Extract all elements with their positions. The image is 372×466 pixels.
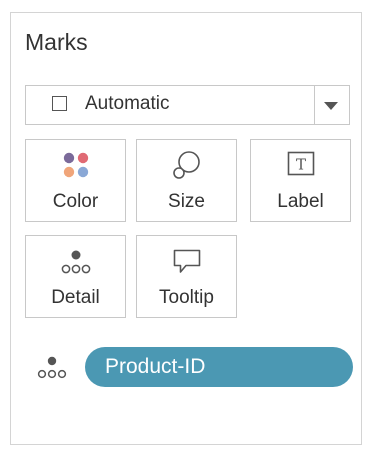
dropdown-divider <box>314 86 315 124</box>
size-label: Size <box>168 191 205 212</box>
color-palette-icon <box>26 150 125 180</box>
detail-icon[interactable] <box>35 355 69 386</box>
tooltip-button[interactable]: Tooltip <box>136 235 237 318</box>
marks-card: Marks Automatic Color Size T Label Detai… <box>10 12 362 445</box>
size-button[interactable]: Size <box>136 139 237 222</box>
label-button[interactable]: T Label <box>250 139 351 222</box>
size-icon <box>137 150 236 180</box>
chevron-down-icon[interactable] <box>324 102 338 110</box>
tooltip-icon <box>137 246 236 276</box>
detail-label: Detail <box>51 287 100 308</box>
field-pill-product-id[interactable]: Product-ID <box>85 347 353 387</box>
mark-type-dropdown[interactable]: Automatic <box>25 85 350 125</box>
mark-type-value: Automatic <box>85 93 170 114</box>
marks-title: Marks <box>25 29 88 55</box>
label-label: Label <box>277 191 324 212</box>
color-label: Color <box>52 191 99 212</box>
detail-icon <box>26 246 125 276</box>
color-button[interactable]: Color <box>25 139 126 222</box>
svg-text:T: T <box>295 156 305 174</box>
label-icon: T <box>251 150 350 180</box>
detail-button[interactable]: Detail <box>25 235 126 318</box>
checkbox-icon <box>52 96 67 111</box>
tooltip-label: Tooltip <box>159 287 214 308</box>
